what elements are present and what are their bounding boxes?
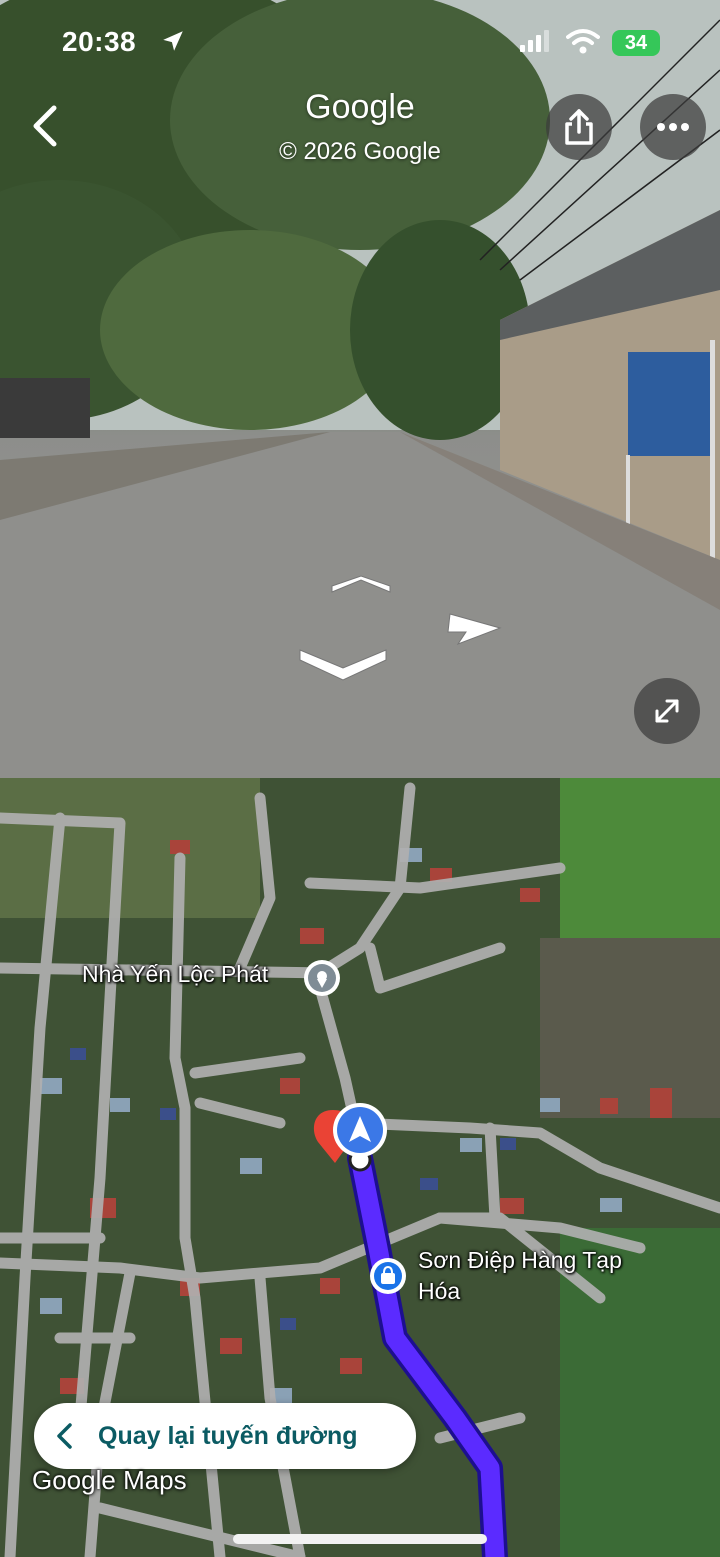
street-view-copyright: © 2026 Google: [279, 138, 441, 165]
street-view-panel[interactable]: 20:38 34 Google © 2026 Google: [0, 0, 720, 778]
chevron-left-icon: [57, 1423, 72, 1449]
back-to-route-label: Quay lại tuyến đường: [98, 1421, 358, 1450]
shopping-bag-pin-icon[interactable]: [368, 1256, 408, 1296]
expand-icon: [655, 699, 679, 723]
status-time: 20:38: [62, 26, 137, 57]
battery-indicator: 34: [612, 30, 660, 56]
home-indicator[interactable]: [233, 1534, 487, 1544]
map-panel[interactable]: Nhà Yến Lộc Phát Sơn Điệp Hàng Tạp Hóa Q…: [0, 778, 720, 1557]
nav-right-arrow[interactable]: [444, 610, 502, 646]
back-to-route-button[interactable]: Quay lại tuyến đường: [34, 1403, 416, 1469]
place-label-son-diep-hang-tap-hoa[interactable]: Sơn Điệp Hàng Tạp Hóa: [418, 1245, 658, 1307]
location-arrow-icon: [163, 31, 183, 51]
place-label-nha-yen-loc-phat[interactable]: Nhà Yến Lộc Phát: [82, 961, 268, 988]
nav-forward-arrow[interactable]: [330, 574, 392, 596]
google-maps-logo: Google Maps: [32, 1465, 187, 1495]
cellular-signal-icon: [520, 30, 549, 52]
place-pin-icon[interactable]: [302, 958, 342, 998]
battery-level: 34: [624, 32, 648, 54]
user-location-marker: [333, 1103, 387, 1157]
status-bar: 20:38 34: [0, 0, 720, 80]
street-view-title: Google: [305, 88, 415, 126]
share-icon: [565, 109, 593, 145]
wifi-icon: [566, 29, 600, 54]
nav-backward-arrow[interactable]: [298, 644, 388, 684]
more-button[interactable]: [640, 94, 706, 160]
expand-button[interactable]: [634, 678, 700, 744]
more-horizontal-icon: [657, 123, 689, 131]
share-button[interactable]: [546, 94, 612, 160]
